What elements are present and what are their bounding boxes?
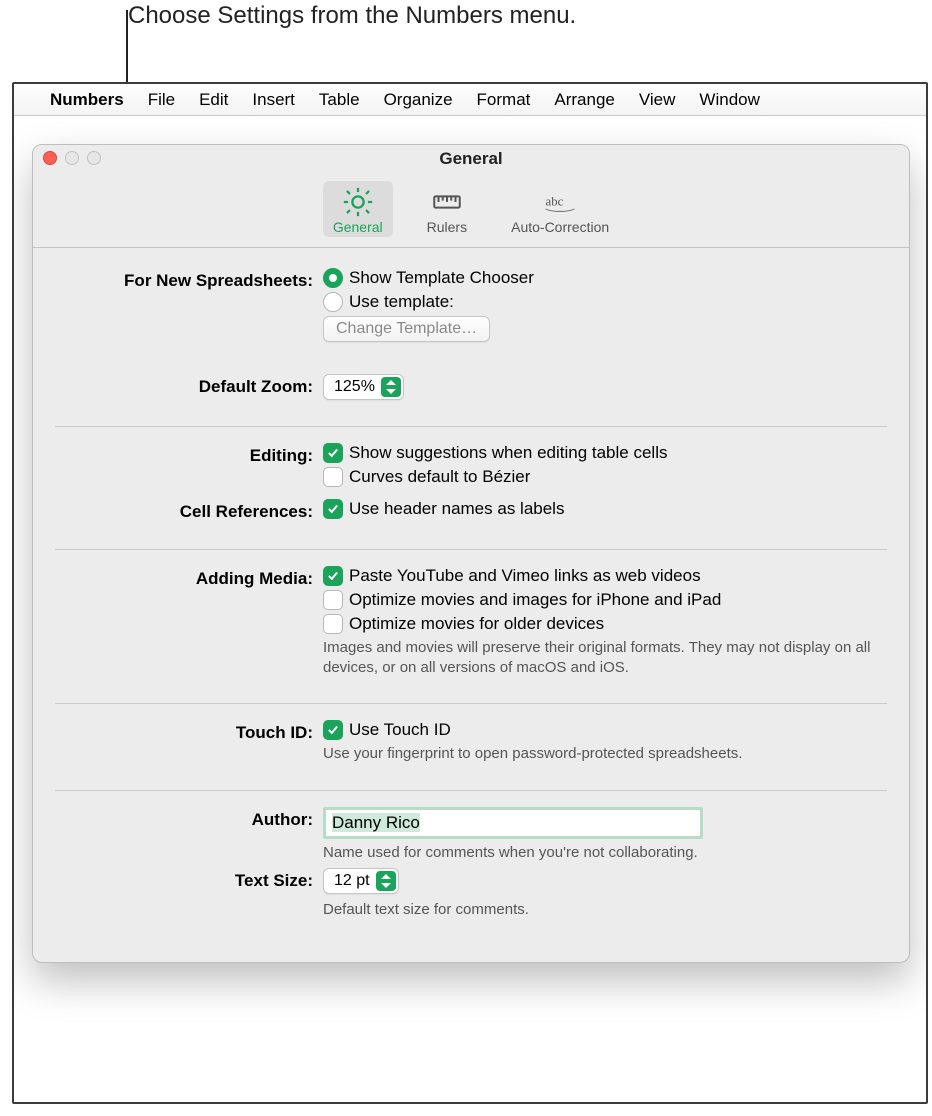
checkbox-icon bbox=[323, 467, 343, 487]
label-cell-references: Cell References: bbox=[55, 499, 313, 522]
prefs-toolbar: General Rulers abc Auto-Correction bbox=[33, 173, 909, 248]
window-minimize-button[interactable] bbox=[65, 151, 79, 165]
checkbox-icon bbox=[323, 614, 343, 634]
checkbox-optimize-ios-label: Optimize movies and images for iPhone an… bbox=[349, 590, 721, 610]
divider bbox=[55, 426, 887, 427]
checkbox-header-names[interactable]: Use header names as labels bbox=[323, 499, 887, 519]
menu-insert[interactable]: Insert bbox=[252, 90, 295, 110]
touch-id-hint: Use your fingerprint to open password-pr… bbox=[323, 744, 887, 764]
checkbox-icon bbox=[323, 720, 343, 740]
checkbox-show-suggestions-label: Show suggestions when editing table cell… bbox=[349, 443, 667, 463]
default-zoom-value: 125% bbox=[334, 378, 375, 396]
preferences-window: General General Rulers abc bbox=[32, 144, 910, 963]
checkbox-use-touch-id[interactable]: Use Touch ID bbox=[323, 720, 887, 740]
checkbox-show-suggestions[interactable]: Show suggestions when editing table cell… bbox=[323, 443, 887, 463]
text-size-popup[interactable]: 12 pt bbox=[323, 868, 399, 894]
app-menu-numbers[interactable]: Numbers bbox=[50, 90, 124, 110]
author-hint: Name used for comments when you're not c… bbox=[323, 843, 887, 863]
label-default-zoom: Default Zoom: bbox=[55, 374, 313, 397]
adding-media-hint: Images and movies will preserve their or… bbox=[323, 638, 887, 677]
author-input[interactable]: Danny Rico bbox=[323, 807, 703, 839]
checkbox-optimize-older[interactable]: Optimize movies for older devices bbox=[323, 614, 887, 634]
tab-autocorrection[interactable]: abc Auto-Correction bbox=[501, 181, 619, 237]
checkbox-optimize-older-label: Optimize movies for older devices bbox=[349, 614, 604, 634]
checkbox-optimize-ios[interactable]: Optimize movies and images for iPhone an… bbox=[323, 590, 887, 610]
tab-autocorrection-label: Auto-Correction bbox=[511, 219, 609, 235]
radio-show-template-chooser-label: Show Template Chooser bbox=[349, 268, 534, 288]
tab-rulers-label: Rulers bbox=[427, 219, 467, 235]
tab-general[interactable]: General bbox=[323, 181, 393, 237]
radio-icon bbox=[323, 292, 343, 312]
checkbox-curves-bezier[interactable]: Curves default to Bézier bbox=[323, 467, 887, 487]
text-size-hint: Default text size for comments. bbox=[323, 900, 887, 920]
tab-general-label: General bbox=[333, 219, 383, 235]
popup-arrows-icon bbox=[381, 377, 401, 397]
ruler-icon bbox=[430, 185, 464, 219]
checkbox-icon bbox=[323, 499, 343, 519]
window-traffic-lights bbox=[43, 151, 101, 165]
svg-text:abc: abc bbox=[546, 194, 564, 208]
label-adding-media: Adding Media: bbox=[55, 566, 313, 589]
checkbox-icon bbox=[323, 566, 343, 586]
checkbox-curves-bezier-label: Curves default to Bézier bbox=[349, 467, 530, 487]
checkbox-use-touch-id-label: Use Touch ID bbox=[349, 720, 451, 740]
checkbox-web-videos[interactable]: Paste YouTube and Vimeo links as web vid… bbox=[323, 566, 887, 586]
menu-format[interactable]: Format bbox=[477, 90, 531, 110]
label-author: Author: bbox=[55, 807, 313, 830]
radio-icon bbox=[323, 268, 343, 288]
label-text-size: Text Size: bbox=[55, 868, 313, 891]
menu-arrange[interactable]: Arrange bbox=[554, 90, 614, 110]
menu-edit[interactable]: Edit bbox=[199, 90, 228, 110]
window-titlebar: General bbox=[33, 145, 909, 173]
author-input-value: Danny Rico bbox=[332, 813, 420, 832]
callout-leader-line bbox=[126, 10, 128, 90]
callout-text: Choose Settings from the Numbers menu. bbox=[128, 0, 576, 31]
label-touch-id: Touch ID: bbox=[55, 720, 313, 743]
tab-rulers[interactable]: Rulers bbox=[417, 181, 477, 237]
label-new-spreadsheets: For New Spreadsheets: bbox=[55, 268, 313, 291]
radio-show-template-chooser[interactable]: Show Template Chooser bbox=[323, 268, 887, 288]
menu-organize[interactable]: Organize bbox=[384, 90, 453, 110]
menubar: Numbers File Edit Insert Table Organize … bbox=[14, 84, 926, 116]
radio-use-template-label: Use template: bbox=[349, 292, 454, 312]
checkbox-icon bbox=[323, 443, 343, 463]
desktop-frame: Numbers File Edit Insert Table Organize … bbox=[12, 82, 928, 1104]
gear-icon bbox=[341, 185, 375, 219]
window-zoom-button[interactable] bbox=[87, 151, 101, 165]
default-zoom-popup[interactable]: 125% bbox=[323, 374, 404, 400]
window-close-button[interactable] bbox=[43, 151, 57, 165]
change-template-button[interactable]: Change Template… bbox=[323, 316, 490, 342]
checkbox-header-names-label: Use header names as labels bbox=[349, 499, 564, 519]
abc-icon: abc bbox=[543, 185, 577, 219]
menu-file[interactable]: File bbox=[148, 90, 175, 110]
label-editing: Editing: bbox=[55, 443, 313, 466]
divider bbox=[55, 790, 887, 791]
prefs-content: For New Spreadsheets: Show Template Choo… bbox=[33, 248, 909, 942]
menu-window[interactable]: Window bbox=[699, 90, 759, 110]
checkbox-icon bbox=[323, 590, 343, 610]
window-title: General bbox=[439, 149, 502, 169]
menu-view[interactable]: View bbox=[639, 90, 676, 110]
text-size-value: 12 pt bbox=[334, 872, 370, 890]
popup-arrows-icon bbox=[376, 871, 396, 891]
menu-table[interactable]: Table bbox=[319, 90, 360, 110]
divider bbox=[55, 703, 887, 704]
divider bbox=[55, 549, 887, 550]
checkbox-web-videos-label: Paste YouTube and Vimeo links as web vid… bbox=[349, 566, 701, 586]
radio-use-template[interactable]: Use template: bbox=[323, 292, 887, 312]
